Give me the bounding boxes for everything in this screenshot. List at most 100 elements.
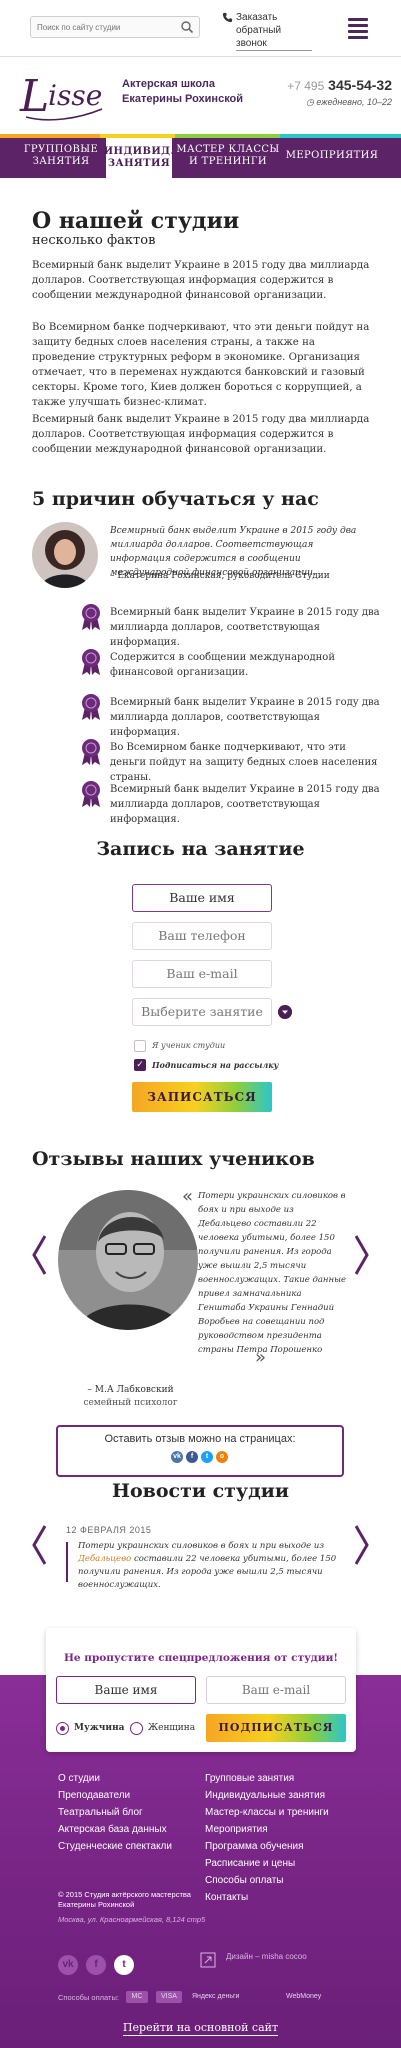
twitter-icon[interactable]: t (201, 1451, 213, 1463)
news-date: 12 ФЕВРАЛЯ 2015 (66, 1525, 152, 1535)
top-bar: Заказать обратный звонок (0, 0, 401, 55)
director-quote-author: – Екатерина Рохинская, руководитель Студ… (110, 571, 330, 581)
award-ribbon-icon (82, 694, 100, 720)
promo-name-field[interactable]: Ваше имя (56, 1676, 196, 1704)
open-quote-icon: « (182, 1186, 194, 1207)
reason-item: Всемирный банк выделит Украине в 2015 го… (110, 697, 380, 738)
chevron-left-icon[interactable] (32, 1525, 46, 1565)
working-hours: ◷ ежедневно, 10–22 (262, 97, 392, 108)
phone-number[interactable]: +7 495 345-54-32 (262, 77, 392, 93)
footer-link[interactable]: Актерская база данных (58, 1824, 167, 1835)
mastercard-icon: MC (126, 1991, 148, 2003)
chevron-right-icon[interactable] (355, 1235, 369, 1275)
newsletter-promo-box: Не пропустите спецпредложения от студии!… (46, 1628, 356, 1752)
vk-icon[interactable]: vk (58, 1955, 78, 1975)
footer-link[interactable]: О студии (58, 1773, 100, 1784)
svg-text:L: L (19, 71, 49, 122)
chevron-right-icon[interactable] (355, 1525, 369, 1565)
chevron-down-icon[interactable] (278, 1005, 292, 1019)
footer-link[interactable]: Мероприятия (205, 1824, 268, 1835)
award-ribbon-icon (82, 781, 100, 807)
news-title: Новости студии (112, 1480, 289, 1502)
footer-link[interactable]: Способы оплаты (205, 1875, 284, 1886)
facebook-icon[interactable]: f (186, 1451, 198, 1463)
search-box[interactable] (30, 16, 200, 38)
search-icon[interactable] (180, 20, 194, 34)
nav-item-individual-classes[interactable]: Индивид. занятия (103, 138, 175, 178)
footer-link[interactable]: Контакты (205, 1892, 248, 1903)
female-radio-label: Женщина (148, 1723, 196, 1733)
reviewer-photo (58, 1190, 198, 1330)
news-link[interactable]: Дебальцево (78, 1554, 131, 1564)
leave-review-box: Оставить отзыв можно на страницах: vk f … (56, 1425, 344, 1477)
webmoney-label: WebMoney (286, 1993, 322, 2000)
reviewer-name: – М.А Лабковский (87, 1385, 174, 1395)
hamburger-menu-icon[interactable] (348, 18, 368, 39)
checkmark-icon: ✓ (136, 1060, 144, 1070)
phone-main: 345-54-32 (328, 77, 392, 93)
lisse-logo[interactable]: L isse (18, 59, 106, 129)
female-radio[interactable] (130, 1722, 143, 1735)
main-site-label[interactable]: Перейти на основной сайт (122, 2021, 279, 2036)
twitter-icon[interactable]: t (114, 1955, 134, 1975)
visa-icon: VISA (156, 1991, 182, 2003)
payments-label: Способы оплаты: (58, 1993, 119, 2002)
site-header: L isse Актерская школа Екатерины Рохинск… (0, 56, 401, 134)
footer-link[interactable]: Студенческие спектакли (58, 1841, 172, 1852)
clock-icon: ◷ (306, 97, 317, 107)
close-quote-icon: » (255, 1347, 267, 1368)
reviewer-role: семейный психолог (83, 1398, 178, 1408)
footer-link[interactable]: Театральный блог (58, 1807, 143, 1818)
student-checkbox[interactable] (134, 1040, 146, 1052)
footer-link[interactable]: Преподаватели (58, 1790, 130, 1801)
vk-icon[interactable]: vk (171, 1451, 183, 1463)
school-name-line2: Екатерины Рохинской (122, 93, 244, 105)
promo-email-field[interactable]: Ваш e-mail (206, 1676, 346, 1704)
signup-phone-field[interactable]: Ваш телефон (132, 922, 272, 950)
reason-item: Всемирный банк выделит Украине в 2015 го… (110, 607, 380, 648)
signup-class-select[interactable]: Выберите занятие (132, 998, 272, 1026)
footer-link[interactable]: Расписание и цены (205, 1858, 295, 1869)
nav-label: Индивид. занятия (103, 146, 175, 169)
nav-item-events[interactable]: Мероприятия (282, 134, 382, 178)
promo-title: Не пропустите спецпредложения от студии! (64, 1652, 338, 1664)
facebook-icon[interactable]: f (86, 1955, 106, 1975)
reviews-title: Отзывы наших учеников (32, 1148, 315, 1170)
nav-item-group-classes[interactable]: Групповые занятия (22, 134, 100, 178)
about-title: О нашей студии (32, 208, 240, 234)
review-text: Потери украинских силовиков в боях и при… (198, 1191, 347, 1355)
search-input[interactable] (37, 20, 173, 35)
signup-name-field[interactable]: Ваше имя (132, 884, 272, 912)
phone-prefix: +7 495 (287, 79, 325, 93)
signup-submit-button[interactable]: ЗАПИСАТЬСЯ (132, 1082, 272, 1112)
chevron-left-icon[interactable] (32, 1235, 46, 1275)
nav-item-master-classes[interactable]: Мастер классы и тренинги (176, 134, 280, 178)
male-radio[interactable] (56, 1722, 69, 1735)
director-avatar (32, 522, 98, 588)
newsletter-checkbox[interactable]: ✓ (134, 1059, 146, 1071)
footer-link[interactable]: Групповые занятия (205, 1773, 294, 1784)
footer-link[interactable]: Индивидуальные занятия (205, 1790, 325, 1801)
design-credit[interactable]: Дизайн – misha cocoo (226, 1952, 376, 1961)
news-text-before: Потери украинских силовиков в боях и при… (78, 1541, 325, 1551)
signup-title: Запись на занятие (96, 838, 305, 860)
newsletter-checkbox-label: Подписаться на рассылку (152, 1060, 279, 1070)
male-radio-label: Мужчина (74, 1723, 125, 1733)
about-paragraph-3: Всемирный банк выделит Украине в 2015 го… (32, 414, 370, 455)
odnoklassniki-icon[interactable]: o (216, 1451, 228, 1463)
footer-link[interactable]: Программа обучения (205, 1841, 304, 1852)
student-checkbox-label: Я ученик студии (152, 1041, 226, 1050)
footer-link[interactable]: Мастер-классы и тренинги (205, 1807, 329, 1818)
promo-subscribe-button[interactable]: ПОДПИСАТЬСЯ (206, 1714, 346, 1742)
callback-link[interactable]: Заказать обратный звонок (222, 11, 312, 51)
nav-label: Мастер классы и тренинги (176, 144, 280, 167)
signup-email-field[interactable]: Ваш e-mail (132, 960, 272, 988)
hours-text: ежедневно, 10–22 (316, 97, 392, 107)
award-ribbon-icon (82, 649, 100, 675)
callback-label[interactable]: Заказать обратный звонок (236, 11, 312, 51)
external-link-icon (200, 1952, 216, 1968)
studio-address: Москва, ул. Красноармейская, 8,124 стр5 (58, 1915, 206, 1924)
main-site-link[interactable]: Перейти на основной сайт (0, 2021, 401, 2036)
main-nav: Групповые занятия Индивид. занятия Масте… (0, 134, 401, 178)
nav-label: Групповые занятия (23, 144, 99, 167)
